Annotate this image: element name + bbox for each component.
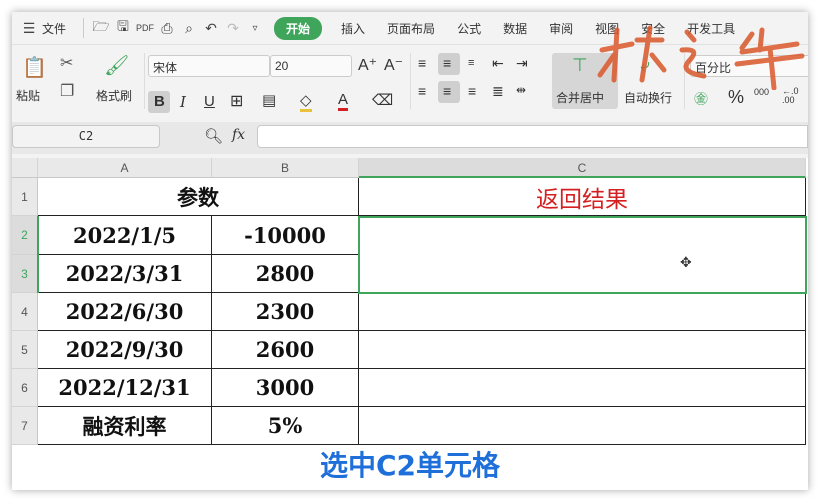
currency-icon[interactable]: ㊎ <box>694 89 708 109</box>
row-header-2[interactable]: 2 <box>12 216 38 255</box>
redo-icon[interactable]: ↷ <box>222 20 244 37</box>
justify-icon[interactable]: ≣ <box>492 83 504 100</box>
align-left-icon[interactable]: ≡ <box>418 83 426 99</box>
merge-icon: ⊤ <box>572 55 588 75</box>
column-header-b[interactable]: B <box>212 158 359 178</box>
divider <box>144 53 145 109</box>
merge-center-label: 合并居中 <box>556 91 605 105</box>
copy-icon[interactable]: ❐ <box>60 81 74 101</box>
cut-icon[interactable]: ✂ <box>60 53 73 73</box>
row-header-4[interactable]: 4 <box>12 293 38 331</box>
font-size-select[interactable]: 20 <box>270 55 352 77</box>
row-header-5[interactable]: 5 <box>12 331 38 369</box>
formula-input[interactable] <box>257 125 808 148</box>
selected-range-c2-c3[interactable] <box>358 216 807 294</box>
row-selection-indicator <box>37 216 39 293</box>
cell-a6[interactable]: 2022/12/31 <box>38 369 212 407</box>
fill-color-icon[interactable]: ◇ <box>300 91 312 112</box>
pdf-icon[interactable]: PDF <box>134 23 156 33</box>
sheet-grid: A B C 1234567 参数 返回结果 2022/1/5 -10000 2022… <box>12 158 808 490</box>
format-painter-button[interactable]: 格式刷 <box>96 87 132 104</box>
align-middle-icon[interactable]: ≡ <box>443 55 451 71</box>
cell-a7[interactable]: 融资利率 <box>38 407 212 445</box>
name-box[interactable]: C2 <box>12 125 160 148</box>
cell-b4[interactable]: 2300 <box>212 293 359 331</box>
align-center-icon[interactable]: ≡ <box>443 83 451 99</box>
divider <box>410 53 411 109</box>
cell-style-icon[interactable]: ▤ <box>262 91 276 109</box>
align-top-icon[interactable]: ≡ <box>418 55 426 71</box>
cell-c7[interactable] <box>359 407 806 445</box>
caption-text: 选中C2单元格 <box>319 449 501 482</box>
cell-c5[interactable] <box>359 331 806 369</box>
save-icon[interactable]: 🖫 <box>112 16 134 40</box>
tab-home[interactable]: 开始 <box>274 16 323 40</box>
tab-formulas[interactable]: 公式 <box>446 20 492 37</box>
cell-a1-merged[interactable]: 参数 <box>38 178 359 216</box>
formula-bar: C2 🔍︎ fx <box>12 122 808 154</box>
cell-a3[interactable]: 2022/3/31 <box>38 255 212 293</box>
cell-c1[interactable]: 返回结果 <box>359 178 806 216</box>
tab-review[interactable]: 审阅 <box>538 20 584 37</box>
tab-data[interactable]: 数据 <box>492 20 538 37</box>
indent-decrease-icon[interactable]: ⇤ <box>492 55 504 72</box>
clear-icon[interactable]: ⌫ <box>372 91 393 109</box>
open-icon[interactable]: 🗁 <box>90 16 112 40</box>
fx-button[interactable]: fx <box>232 127 245 143</box>
paste-button[interactable]: 粘贴 <box>16 87 40 104</box>
cell-c6[interactable] <box>359 369 806 407</box>
bold-icon[interactable]: B <box>154 93 165 110</box>
cell-b3[interactable]: 2800 <box>212 255 359 293</box>
font-family-select[interactable]: 宋体 <box>148 55 270 77</box>
tab-insert[interactable]: 插入 <box>330 20 376 37</box>
hamburger-icon[interactable]: ☰ <box>18 20 40 37</box>
cell-a2[interactable]: 2022/1/5 <box>38 216 212 255</box>
cell-b7[interactable]: 5% <box>212 407 359 445</box>
row-header-6[interactable]: 6 <box>12 369 38 407</box>
print-icon[interactable]: ⎙ <box>156 20 178 37</box>
select-all-corner[interactable] <box>12 158 38 178</box>
cell-b2[interactable]: -10000 <box>212 216 359 255</box>
tab-page-layout[interactable]: 页面布局 <box>376 20 446 37</box>
spreadsheet-window: ☰ 文件 🗁 🖫 PDF ⎙ ⌕ ↶ ↷ ▿ 开始 插入 页面布局 公式 数据 … <box>12 12 808 490</box>
font-color-icon[interactable]: A <box>338 91 349 111</box>
divider <box>83 18 85 38</box>
align-right-icon[interactable]: ≡ <box>468 83 476 99</box>
cell-c4[interactable] <box>359 293 806 331</box>
increase-font-icon[interactable]: A⁺ <box>358 55 377 75</box>
row-header-1[interactable]: 1 <box>12 178 38 216</box>
decrease-font-icon[interactable]: A⁻ <box>384 55 403 75</box>
cell-a5[interactable]: 2022/9/30 <box>38 331 212 369</box>
italic-icon[interactable]: I <box>180 93 186 111</box>
cell-b6[interactable]: 3000 <box>212 369 359 407</box>
border-icon[interactable]: ⊞ <box>230 91 243 111</box>
indent-increase-icon[interactable]: ⇥ <box>516 55 528 72</box>
format-painter-icon[interactable]: 🖌 <box>104 53 129 78</box>
cell-cursor-icon: ✥ <box>680 254 692 270</box>
file-menu[interactable]: 文件 <box>40 20 77 37</box>
print-preview-icon[interactable]: ⌕ <box>178 20 200 37</box>
column-header-a[interactable]: A <box>38 158 212 178</box>
column-header-c[interactable]: C <box>359 158 806 178</box>
zoom-search-icon[interactable]: 🔍︎ <box>204 127 223 145</box>
customize-icon[interactable]: ▿ <box>244 23 266 34</box>
row-header-7[interactable]: 7 <box>12 407 38 445</box>
percent-button[interactable]: % <box>728 87 744 108</box>
signature-watermark <box>597 25 805 90</box>
underline-icon[interactable]: U <box>204 93 215 110</box>
wrap-text-button[interactable]: 自动换行 <box>624 89 672 106</box>
cell-b5[interactable]: 2600 <box>212 331 359 369</box>
align-bottom-icon[interactable]: ≡ <box>468 57 474 69</box>
undo-icon[interactable]: ↶ <box>200 20 222 37</box>
distributed-icon[interactable]: ⇹ <box>516 83 526 97</box>
cell-a4[interactable]: 2022/6/30 <box>38 293 212 331</box>
paste-icon[interactable]: 📋 <box>22 55 47 80</box>
row-header-3[interactable]: 3 <box>12 255 38 293</box>
